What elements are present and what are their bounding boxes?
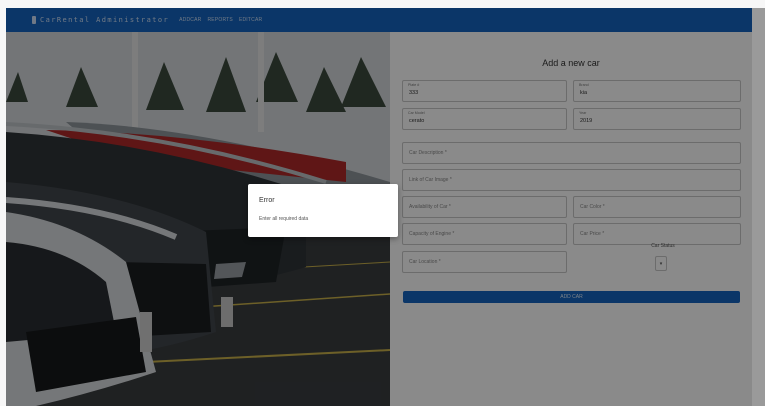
window-edge <box>752 8 765 406</box>
error-dialog: Error Enter all required data <box>248 184 398 237</box>
dialog-title: Error <box>259 197 275 204</box>
dialog-message: Enter all required data <box>259 216 309 222</box>
app-root: CarRental Administrator ADDCAR REPORTS E… <box>6 8 752 406</box>
